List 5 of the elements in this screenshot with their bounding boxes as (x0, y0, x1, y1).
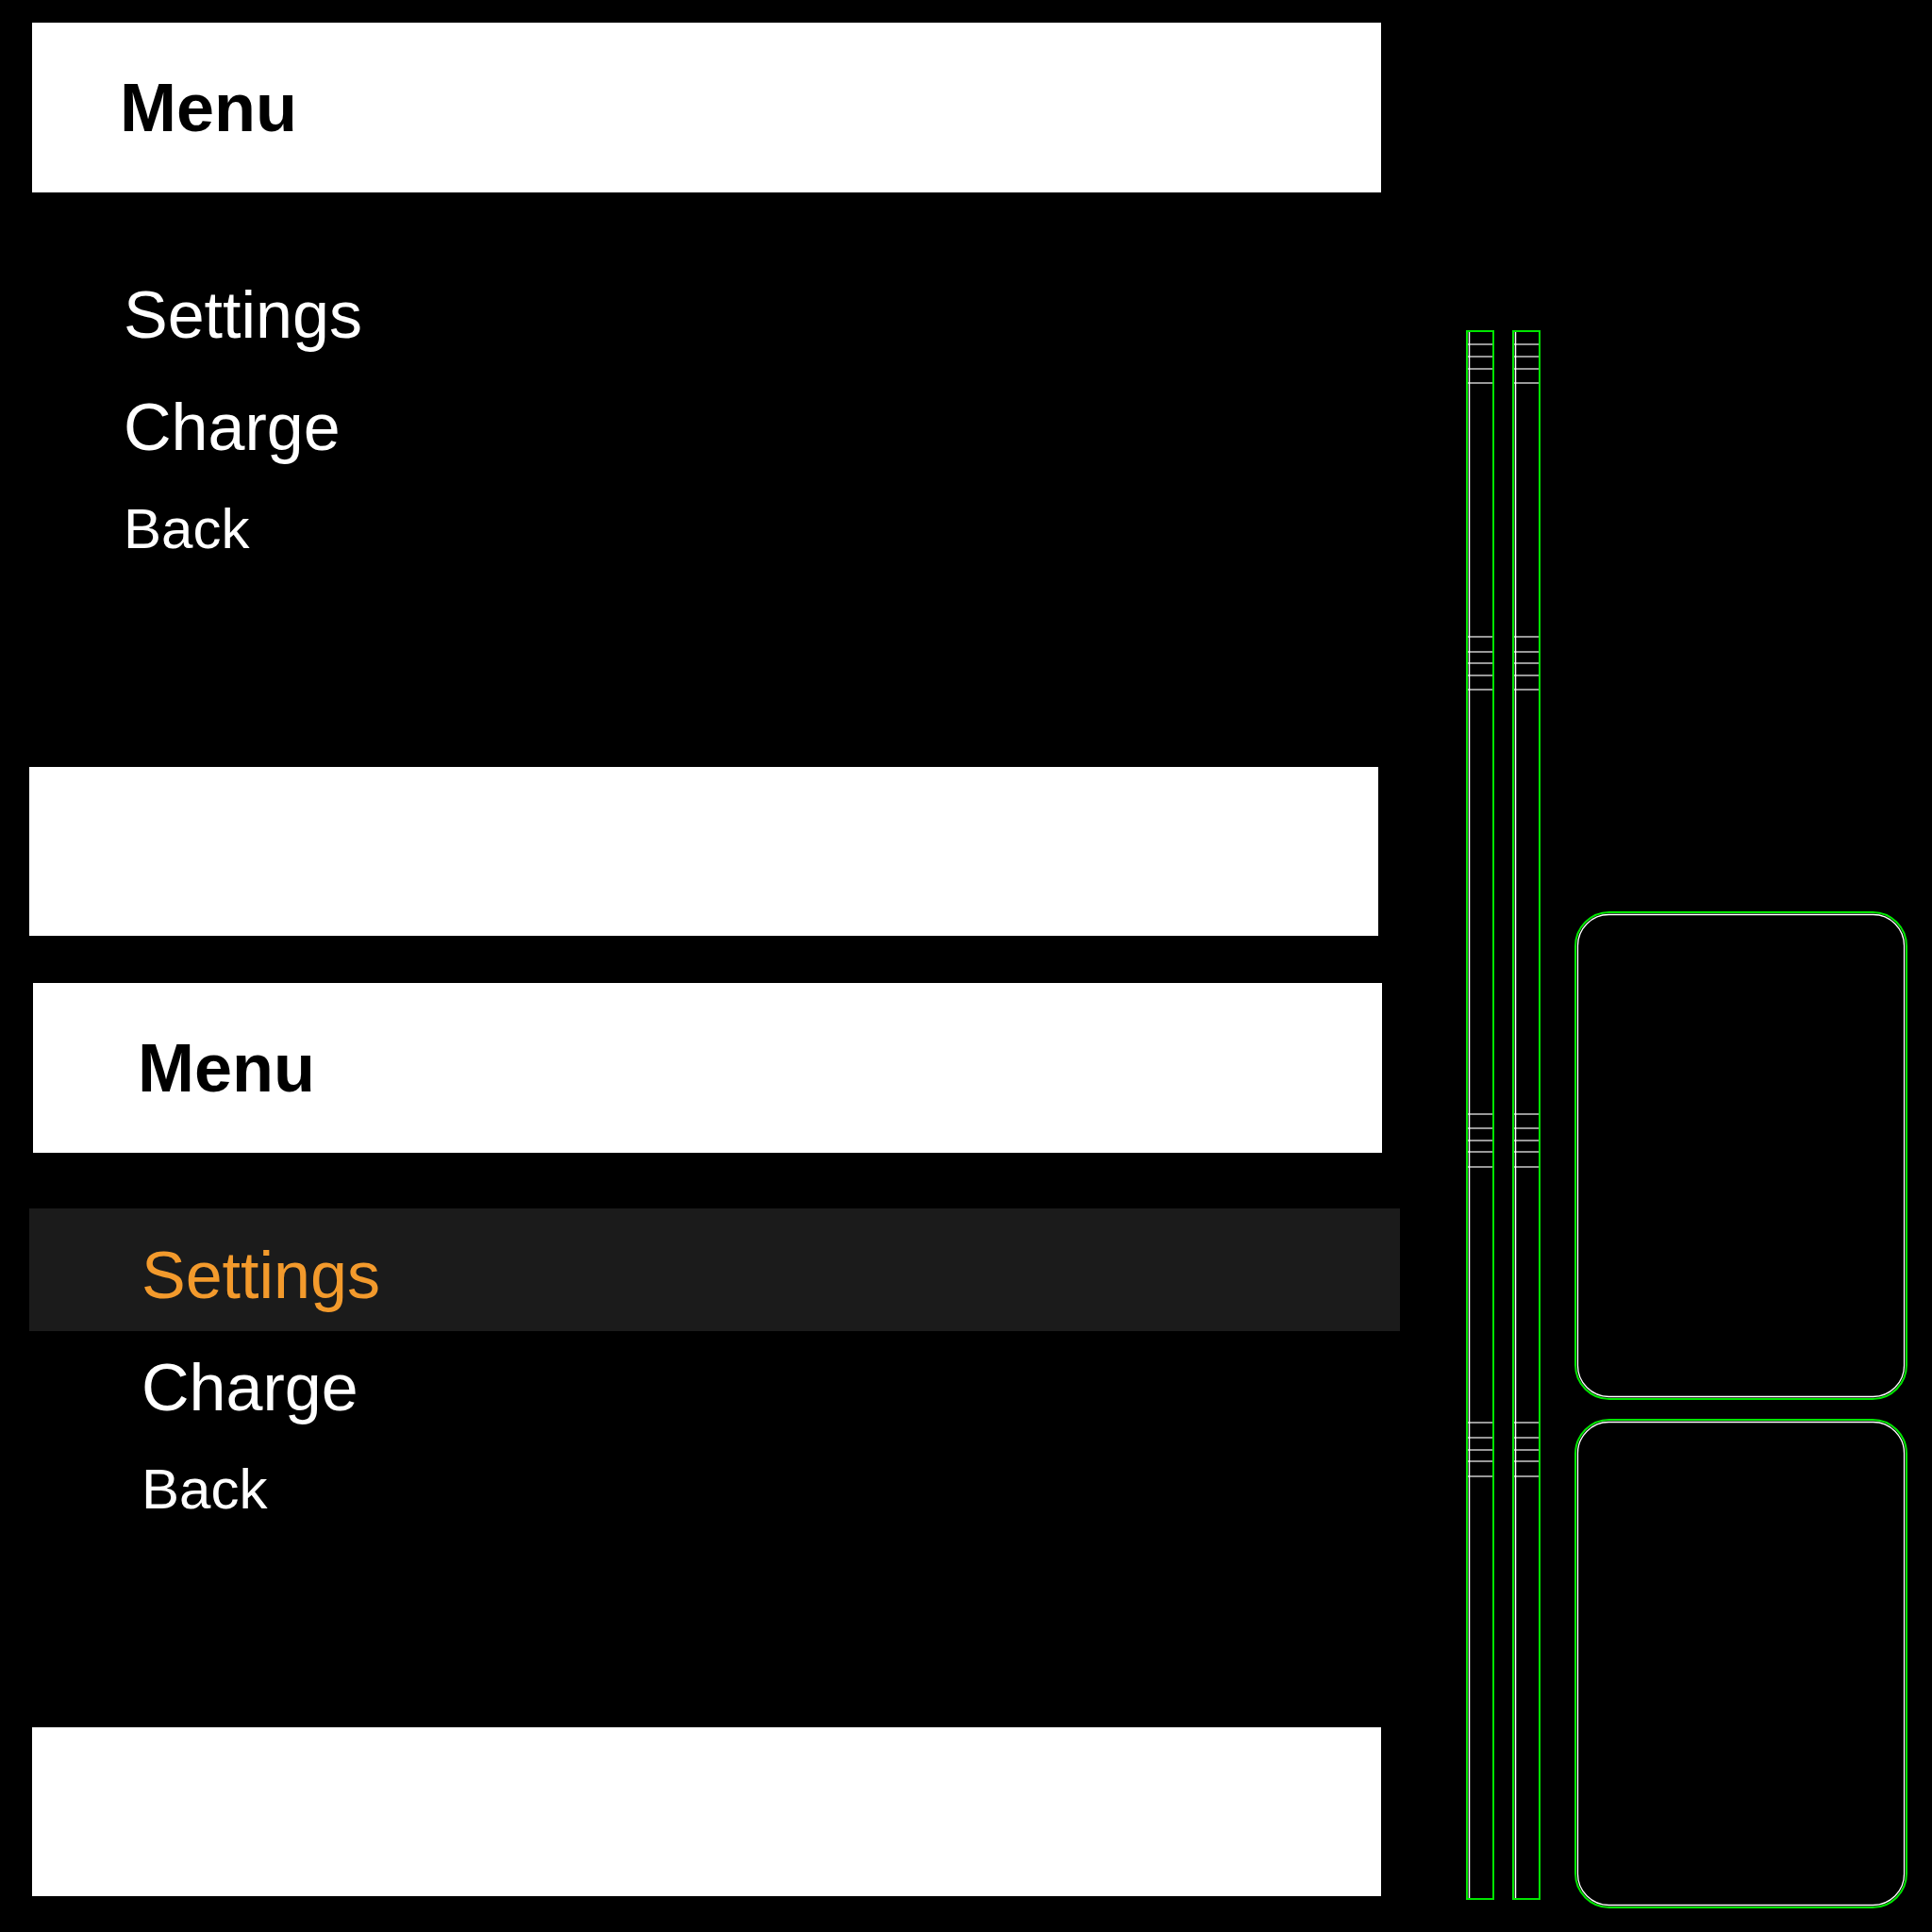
header-title: Menu (138, 1034, 315, 1102)
menu-item[interactable]: Back (124, 501, 250, 558)
menu-item[interactable]: Settings (29, 1208, 1400, 1331)
menu-item[interactable]: Back (142, 1461, 268, 1518)
header-title: Menu (120, 74, 297, 142)
